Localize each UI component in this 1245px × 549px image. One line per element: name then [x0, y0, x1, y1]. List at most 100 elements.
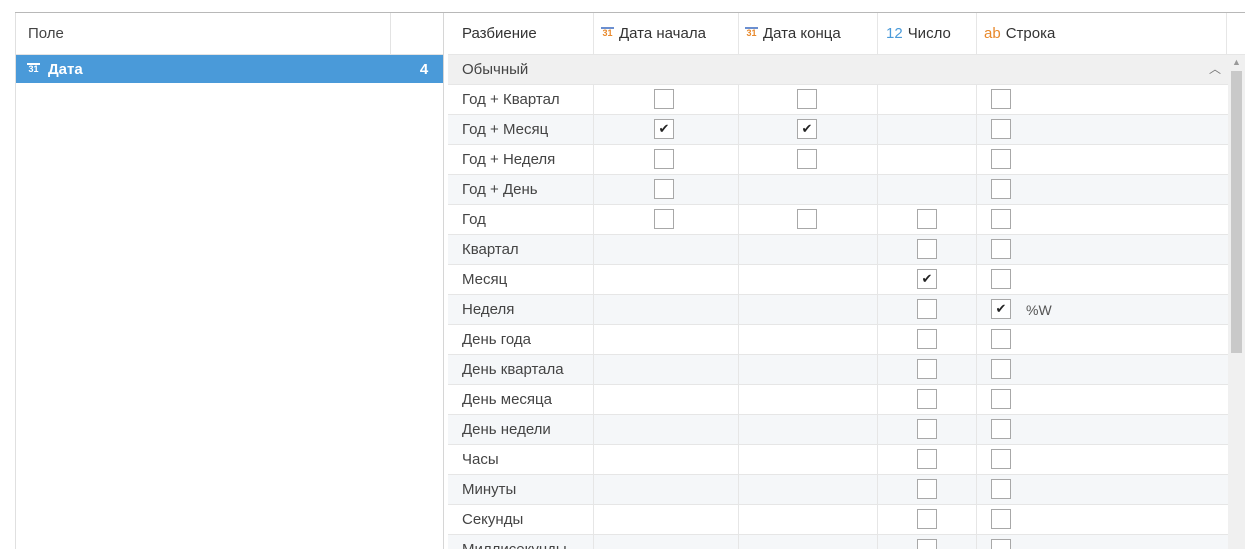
panel-splitter[interactable] — [443, 13, 444, 549]
checkbox-number[interactable] — [917, 539, 937, 549]
table-row: Миллисекунды — [448, 534, 1245, 549]
column-divider — [1226, 13, 1227, 54]
row-label: Секунды — [462, 511, 524, 528]
checkbox-number[interactable] — [917, 209, 937, 229]
field-item-date[interactable]: 31 Дата 4 — [16, 55, 444, 83]
fields-header-title: Поле — [28, 25, 64, 42]
calendar-icon: 31 — [601, 27, 614, 38]
cell-divider — [738, 355, 739, 384]
cell-divider — [593, 475, 594, 504]
column-header-number[interactable]: 12 Число — [886, 13, 951, 54]
column-header-end-date-label: Дата конца — [763, 25, 841, 42]
checkbox-end-date[interactable] — [797, 89, 817, 109]
row-label: Год + День — [462, 181, 538, 198]
checkbox-string[interactable] — [991, 209, 1011, 229]
checkbox-string[interactable] — [991, 119, 1011, 139]
table-row: Неделя ✔ %W — [448, 294, 1245, 324]
fields-panel: Поле 31 Дата 4 — [15, 13, 444, 549]
checkbox-number[interactable] — [917, 419, 937, 439]
cell-divider — [738, 415, 739, 444]
cell-divider — [738, 115, 739, 144]
column-header-start-date[interactable]: 31 Дата начала — [601, 13, 706, 54]
cell-divider — [738, 385, 739, 414]
checkbox-number[interactable] — [917, 329, 937, 349]
checkbox-string[interactable] — [991, 509, 1011, 529]
checkbox-string[interactable] — [991, 359, 1011, 379]
chevron-up-icon[interactable]: ︿ — [1209, 60, 1221, 77]
column-divider — [976, 13, 977, 54]
column-header-breakdown[interactable]: Разбиение — [462, 13, 537, 54]
breakdown-rows: Год + Квартал Год + Месяц ✔ ✔ Год + Неделя Го… — [448, 84, 1245, 549]
cell-divider — [593, 535, 594, 549]
cell-divider — [738, 145, 739, 174]
string-type-icon: ab — [984, 25, 1001, 42]
cell-divider — [877, 205, 878, 234]
cell-divider — [738, 505, 739, 534]
cell-divider — [976, 115, 977, 144]
checkbox-string[interactable] — [991, 539, 1011, 549]
checkbox-start-date[interactable] — [654, 209, 674, 229]
scroll-up-arrow-icon[interactable]: ▲ — [1228, 55, 1245, 69]
checkbox-string[interactable]: ✔ — [991, 299, 1011, 319]
row-label: День месяца — [462, 391, 552, 408]
vertical-scrollbar[interactable]: ▲ — [1228, 55, 1245, 549]
checkbox-end-date[interactable]: ✔ — [797, 119, 817, 139]
field-name: Дата — [48, 60, 83, 78]
cell-divider — [976, 535, 977, 549]
checkbox-string[interactable] — [991, 269, 1011, 289]
cell-divider — [877, 505, 878, 534]
row-label: Месяц — [462, 271, 508, 288]
checkbox-string[interactable] — [991, 479, 1011, 499]
column-resize-handle[interactable] — [390, 13, 391, 54]
cell-divider — [877, 295, 878, 324]
scrollbar-thumb[interactable] — [1231, 71, 1242, 353]
cell-divider — [738, 475, 739, 504]
checkbox-number[interactable] — [917, 479, 937, 499]
checkbox-number[interactable] — [917, 239, 937, 259]
cell-divider — [593, 85, 594, 114]
group-label: Обычный — [462, 61, 529, 78]
checkbox-number[interactable] — [917, 389, 937, 409]
format-string[interactable]: %W — [1026, 295, 1052, 324]
cell-divider — [738, 265, 739, 294]
group-row-regular[interactable]: Обычный ︿ — [448, 54, 1245, 84]
checkbox-string[interactable] — [991, 179, 1011, 199]
checkbox-string[interactable] — [991, 329, 1011, 349]
checkbox-string[interactable] — [991, 419, 1011, 439]
checkbox-number[interactable] — [917, 509, 937, 529]
table-row: Год + Неделя — [448, 144, 1245, 174]
checkbox-start-date[interactable] — [654, 179, 674, 199]
checkbox-end-date[interactable] — [797, 149, 817, 169]
cell-divider — [976, 205, 977, 234]
cell-divider — [976, 445, 977, 474]
checkbox-string[interactable] — [991, 239, 1011, 259]
cell-divider — [738, 295, 739, 324]
checkbox-number[interactable]: ✔ — [917, 269, 937, 289]
checkbox-number[interactable] — [917, 449, 937, 469]
fields-header: Поле — [16, 13, 444, 55]
number-type-icon: 12 — [886, 25, 903, 42]
cell-divider — [976, 355, 977, 384]
cell-divider — [976, 325, 977, 354]
checkbox-start-date[interactable] — [654, 149, 674, 169]
cell-divider — [738, 175, 739, 204]
column-header-number-label: Число — [907, 25, 951, 42]
column-header-start-date-label: Дата начала — [619, 25, 706, 42]
checkbox-end-date[interactable] — [797, 209, 817, 229]
row-label: Квартал — [462, 241, 519, 258]
cell-divider — [976, 175, 977, 204]
table-row: День года — [448, 324, 1245, 354]
cell-divider — [593, 445, 594, 474]
checkbox-number[interactable] — [917, 359, 937, 379]
checkbox-number[interactable] — [917, 299, 937, 319]
checkbox-string[interactable] — [991, 449, 1011, 469]
checkbox-start-date[interactable]: ✔ — [654, 119, 674, 139]
checkbox-start-date[interactable] — [654, 89, 674, 109]
table-row: Год — [448, 204, 1245, 234]
cell-divider — [593, 505, 594, 534]
checkbox-string[interactable] — [991, 89, 1011, 109]
column-header-end-date[interactable]: 31 Дата конца — [745, 13, 841, 54]
checkbox-string[interactable] — [991, 149, 1011, 169]
checkbox-string[interactable] — [991, 389, 1011, 409]
column-header-string[interactable]: ab Строка — [984, 13, 1055, 54]
